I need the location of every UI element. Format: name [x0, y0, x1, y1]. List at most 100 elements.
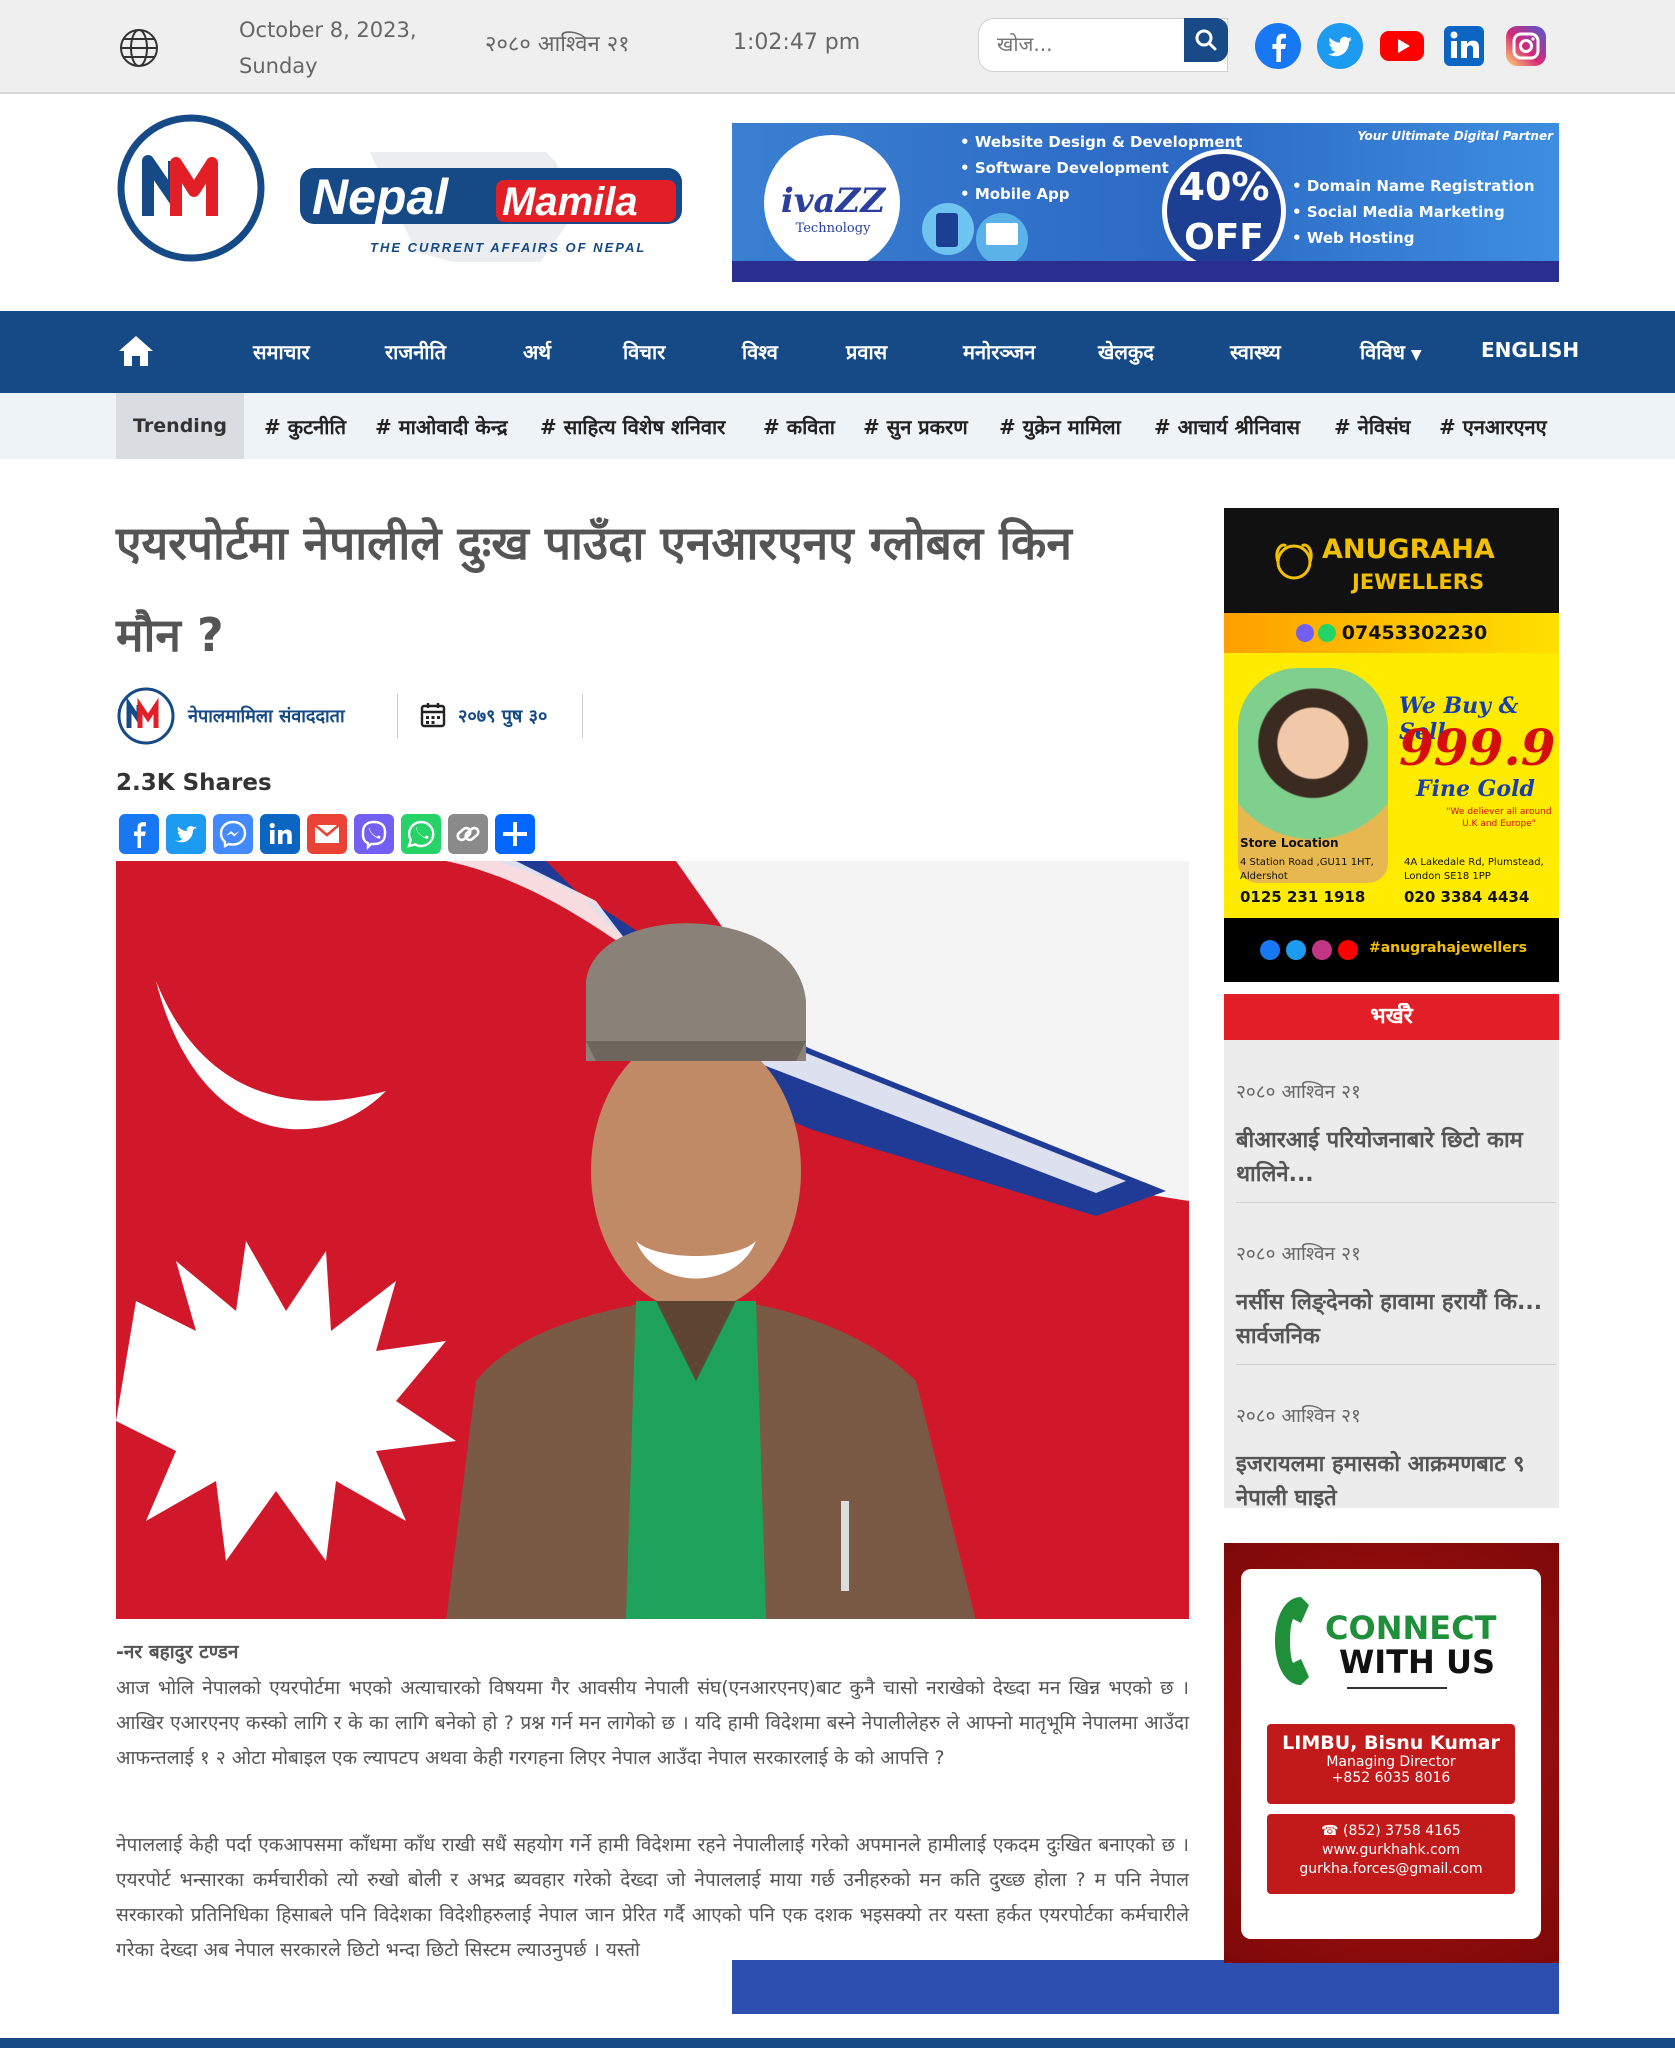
trending-tag[interactable]: # सुन प्रकरण	[863, 413, 968, 440]
connect-ad[interactable]: CONNECT WITH US LIMBU, Bisnu Kumar Manag…	[1224, 1543, 1559, 1963]
trending-tag[interactable]: # एनआरएनए	[1439, 413, 1547, 440]
contact-tel: ☎ (852) 3758 4165	[1321, 1823, 1461, 1839]
connect-ad-card: CONNECT WITH US LIMBU, Bisnu Kumar Manag…	[1241, 1569, 1541, 1939]
nav-item-sports[interactable]: खेलकुद	[1098, 338, 1154, 365]
site-logo-wordmark[interactable]: Nepal Mamila THE CURRENT AFFAIRS OF NEPA…	[296, 112, 688, 282]
nav-item-health[interactable]: स्वास्थ्य	[1230, 338, 1281, 365]
youtube-icon[interactable]	[1378, 22, 1426, 70]
search-icon	[1195, 29, 1217, 51]
news-title[interactable]: नर्सीस लिङ्देनको हावामा हरायौं कि... सार…	[1236, 1286, 1546, 1354]
nav-item-economy[interactable]: अर्थ	[523, 338, 551, 365]
nav-item-entertainment[interactable]: मनोरञ्जन	[963, 338, 1035, 365]
connect-underline	[1347, 1687, 1447, 1689]
trending-tag[interactable]: # साहित्य विशेष शनिवार	[540, 413, 725, 440]
whatsapp-share-button[interactable]	[401, 814, 441, 854]
contact-web[interactable]: www.gurkhahk.com	[1267, 1841, 1515, 1860]
facebook-share-button[interactable]	[119, 814, 159, 854]
ghost-banner	[732, 1960, 1559, 2014]
copy-link-share-button[interactable]	[448, 814, 488, 854]
connect-subheading: WITH US	[1339, 1643, 1495, 1681]
jewellers-address-2: 4A Lakedale Rd, Plumstead, London SE18 1…	[1404, 857, 1544, 882]
latest-news-heading: भर्खरै	[1224, 994, 1559, 1040]
search-input[interactable]	[997, 19, 1187, 69]
crown-logo-icon	[1275, 543, 1313, 580]
instagram-icon[interactable]	[1502, 22, 1550, 70]
current-time: 1:02:47 pm	[733, 30, 861, 55]
share-count: 2.3K Shares	[116, 770, 272, 796]
latest-news-item[interactable]: २०८० आश्विन २१ इजरायलमा हमासको आक्रमणबाट…	[1236, 1402, 1546, 1508]
jewellers-deliver: "We deliever all around U.K and Europe"	[1446, 807, 1552, 829]
jewellers-purity: 999.9	[1399, 718, 1556, 777]
nav-item-english[interactable]: ENGLISH	[1481, 338, 1579, 362]
news-date: २०८० आश्विन २१	[1236, 1405, 1361, 1427]
site-logo-mark[interactable]	[116, 113, 266, 263]
nav-item-politics[interactable]: राजनीति	[385, 338, 446, 365]
article-paragraph: आज भोलि नेपालको एयरपोर्टमा भएको अत्याचार…	[116, 1677, 1189, 1769]
discount-percent: 40%	[1178, 165, 1270, 209]
linkedin-share-button[interactable]	[260, 814, 300, 854]
contact-email[interactable]: gurkha.forces@gmail.com	[1267, 1860, 1515, 1879]
news-title[interactable]: इजरायलमा हमासको आक्रमणबाट ९ नेपाली घाइते	[1236, 1448, 1546, 1508]
more-share-button[interactable]	[495, 814, 535, 854]
nav-item-misc[interactable]: विविध ▼	[1360, 338, 1422, 365]
ghost-stripe	[0, 2038, 1675, 2048]
trending-tag[interactable]: # कविता	[763, 413, 835, 440]
twitter-share-button[interactable]	[166, 814, 206, 854]
nav-item-opinion[interactable]: विचार	[623, 338, 665, 365]
jewellers-hashtag: #anugrahajewellers	[1369, 940, 1527, 956]
jewellers-brand: ANUGRAHA	[1322, 534, 1495, 565]
search-button[interactable]	[1184, 18, 1228, 62]
link-icon	[456, 826, 480, 842]
wordmark-nepal: Nepal	[312, 169, 449, 225]
gmail-share-button[interactable]	[307, 814, 347, 854]
banner-service: Domain Name Registration	[1292, 173, 1535, 199]
messenger-share-button[interactable]	[213, 814, 253, 854]
main-nav: समाचार राजनीति अर्थ विचार विश्व प्रवास म…	[0, 311, 1675, 393]
trending-tag[interactable]: # आचार्य श्रीनिवास	[1154, 413, 1300, 440]
home-icon[interactable]	[116, 333, 156, 369]
article-paragraph: नेपाललाई केही पर्दा एकआपसमा काँधमा काँध …	[116, 1834, 1189, 1961]
jewellers-ad[interactable]: ANUGRAHA JEWELLERS 07453302230 We Buy & …	[1224, 508, 1559, 982]
devices-icon	[922, 203, 1028, 265]
chevron-down-icon: ▼	[1410, 347, 1422, 363]
contact-details-box: ☎ (852) 3758 4165 www.gurkhahk.com gurkh…	[1267, 1814, 1515, 1894]
twitter-icon[interactable]	[1316, 22, 1364, 70]
banner-bottom-band	[732, 261, 1559, 282]
weekday: Sunday	[239, 54, 318, 78]
publish-date: २०७९ पुष ३०	[458, 706, 548, 727]
jewellers-phone: 07453302230	[1224, 613, 1559, 653]
whatsapp-icon	[1317, 624, 1336, 642]
whatsapp-icon	[407, 820, 435, 848]
date-line: October 8, 2023,	[239, 18, 417, 42]
trending-tag[interactable]: # माओवादी केन्द्र	[375, 413, 508, 440]
facebook-icon[interactable]	[1254, 22, 1302, 70]
news-separator	[1236, 1364, 1556, 1365]
nav-item-news[interactable]: समाचार	[253, 338, 310, 365]
linkedin-icon[interactable]	[1440, 22, 1488, 70]
linkedin-icon	[269, 822, 292, 844]
header-ad-banner[interactable]: ivaZZ Technology Your Ultimate Digital P…	[732, 123, 1559, 282]
viber-icon	[361, 820, 387, 850]
jewellers-phone-number: 07453302230	[1341, 622, 1488, 644]
instagram-icon	[1312, 940, 1332, 960]
wordmark-mamila: Mamila	[502, 180, 638, 224]
article-title: एयरपोर्टमा नेपालीले दुःख पाउँदा एनआरएनए …	[116, 516, 1072, 662]
article-hero-image	[116, 861, 1189, 1619]
trending-tag[interactable]: # युक्रेन मामिला	[999, 413, 1121, 440]
contact-name: LIMBU, Bisnu Kumar	[1282, 1732, 1500, 1754]
trending-bar: Trending # कुटनीति # माओवादी केन्द्र # स…	[0, 393, 1675, 459]
trending-tag[interactable]: # कुटनीति	[264, 413, 346, 440]
author-name[interactable]: नेपालमामिला संवाददाता	[188, 704, 345, 728]
contact-role: Managing Director	[1326, 1754, 1456, 1770]
news-title[interactable]: बीआरआई परियोजनाबारे छिटो काम थालिने...	[1236, 1124, 1546, 1192]
latest-news-item[interactable]: २०८० आश्विन २१ नर्सीस लिङ्देनको हावामा ह…	[1236, 1240, 1546, 1354]
jewellers-tel-1: 0125 231 1918	[1240, 888, 1366, 906]
plus-icon	[503, 822, 527, 846]
facebook-icon	[1260, 940, 1280, 960]
viber-share-button[interactable]	[354, 814, 394, 854]
jewellers-store-label: Store Location	[1240, 836, 1339, 850]
latest-news-item[interactable]: २०८० आश्विन २१ बीआरआई परियोजनाबारे छिटो …	[1236, 1078, 1546, 1192]
trending-tag[interactable]: # नेविसंघ	[1334, 413, 1410, 440]
nav-item-world[interactable]: विश्व	[742, 338, 778, 365]
nav-item-diaspora[interactable]: प्रवास	[846, 338, 887, 365]
